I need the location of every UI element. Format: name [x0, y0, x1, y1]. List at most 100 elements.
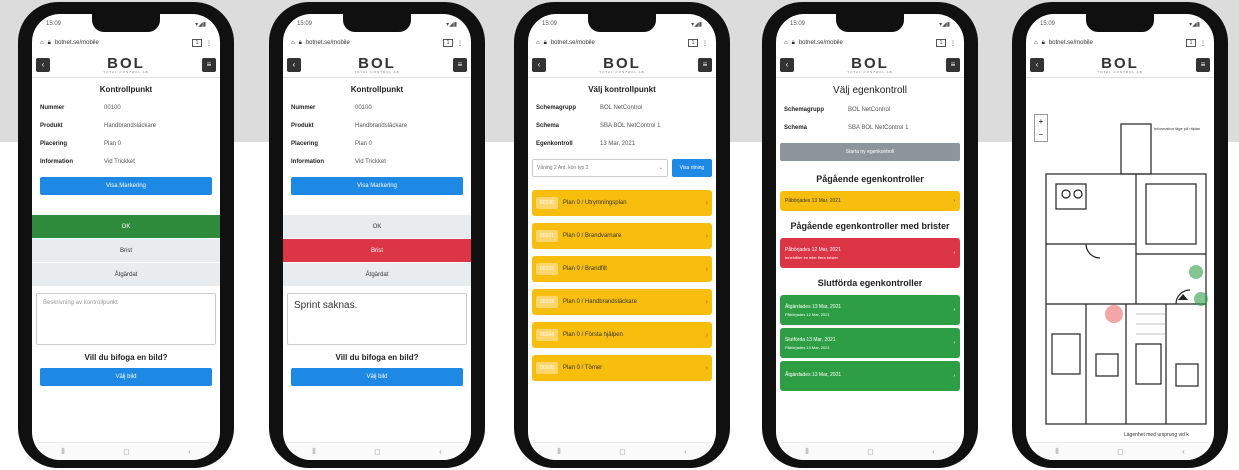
ongoing-item[interactable]: Påbörjades 13 Mar, 2021 ›	[780, 191, 960, 211]
recent-apps-icon[interactable]: ⦀	[312, 447, 316, 457]
url-text[interactable]: botnet.se/mobile	[551, 40, 684, 46]
back-nav-icon[interactable]: ‹	[1182, 447, 1185, 456]
url-text[interactable]: botnet.se/mobile	[306, 40, 439, 46]
tabs-icon[interactable]: 1	[1186, 39, 1196, 47]
kebab-menu-icon[interactable]: ⋮	[457, 40, 463, 47]
floor-plan[interactable]: + − Information läge på ritplan Lägenhet…	[1026, 104, 1214, 460]
tabs-icon[interactable]: 1	[443, 39, 453, 47]
logo: BOL TOTAL CONTROL AB	[599, 54, 645, 74]
home-nav-icon[interactable]: ◻	[1117, 447, 1124, 456]
android-nav-bar: ⦀ ◻ ‹	[32, 442, 220, 460]
back-arrow-icon[interactable]: ‹	[287, 57, 301, 72]
tabs-icon[interactable]: 1	[688, 39, 698, 47]
home-icon[interactable]: ⌂	[291, 40, 295, 46]
checkpoint-item[interactable]: 00104 Plan 0 / Första hjälpen ›	[532, 322, 712, 348]
chevron-right-icon: ›	[705, 265, 708, 273]
phone-2: 15:09 ▾◢▮ ⌂ 🔒︎ botnet.se/mobile 1 ⋮ ‹ BOL…	[269, 2, 485, 468]
kebab-menu-icon[interactable]: ⋮	[950, 40, 956, 47]
detail-row: Egenkontroll 13 Mar, 2021	[536, 141, 636, 147]
tabs-icon[interactable]: 1	[192, 39, 202, 47]
back-arrow-icon[interactable]: ‹	[1030, 57, 1044, 72]
back-arrow-icon[interactable]: ‹	[780, 57, 794, 72]
defect-button[interactable]: Brist	[32, 239, 220, 263]
back-arrow-icon[interactable]: ‹	[532, 57, 546, 72]
recent-apps-icon[interactable]: ⦀	[1055, 447, 1059, 457]
zoom-in-button[interactable]: +	[1035, 115, 1047, 128]
chevron-right-icon: ›	[705, 298, 708, 306]
home-nav-icon[interactable]: ◻	[123, 447, 130, 456]
notch	[343, 14, 411, 32]
browser-url-bar[interactable]: ⌂ 🔒︎ botnet.se/mobile 1 ⋮	[1026, 34, 1214, 52]
hamburger-icon[interactable]: ≡	[946, 57, 960, 72]
start-new-check-button[interactable]: Starta ny egenkontroll	[780, 143, 960, 161]
home-nav-icon[interactable]: ◻	[867, 447, 874, 456]
page-title: Kontrollpunkt	[99, 85, 153, 94]
home-icon[interactable]: ⌂	[784, 40, 788, 46]
comment-field[interactable]: Sprint saknas.	[287, 293, 467, 345]
detail-row: Schemagrupp BOL NetControl	[536, 105, 643, 111]
browser-url-bar[interactable]: ⌂ 🔒︎ botnet.se/mobile 1 ⋮	[528, 34, 716, 52]
hamburger-icon[interactable]: ≡	[1196, 57, 1210, 72]
back-nav-icon[interactable]: ‹	[932, 447, 935, 456]
floor-plan-drawing	[1045, 123, 1208, 425]
phone-3-screen: 15:09 ▾◢▮ ⌂ 🔒︎ botnet.se/mobile 1 ⋮ ‹ BOL…	[528, 14, 716, 460]
show-marking-button[interactable]: Visa Markering	[40, 177, 212, 195]
back-nav-icon[interactable]: ‹	[439, 447, 442, 456]
recent-apps-icon[interactable]: ⦀	[805, 447, 809, 457]
home-nav-icon[interactable]: ◻	[619, 447, 626, 456]
hamburger-icon[interactable]: ≡	[698, 57, 712, 72]
fixed-button[interactable]: Åtgärdat	[283, 263, 471, 287]
recent-apps-icon[interactable]: ⦀	[557, 447, 561, 457]
show-drawing-button[interactable]: Visa ritning	[672, 159, 712, 177]
ok-button[interactable]: OK	[283, 215, 471, 239]
checkpoint-item[interactable]: 00100 Plan 0 / Utrymningsplan ›	[532, 190, 712, 216]
url-text[interactable]: botnet.se/mobile	[1049, 40, 1182, 46]
kebab-menu-icon[interactable]: ⋮	[702, 40, 708, 47]
kebab-menu-icon[interactable]: ⋮	[1200, 40, 1206, 47]
recent-apps-icon[interactable]: ⦀	[61, 447, 65, 457]
back-arrow-icon[interactable]: ‹	[36, 57, 50, 72]
zoom-out-button[interactable]: −	[1035, 128, 1047, 141]
page-title: Välj egenkontroll	[833, 85, 907, 96]
home-nav-icon[interactable]: ◻	[374, 447, 381, 456]
choose-image-button[interactable]: Välj bild	[291, 368, 463, 386]
map-note: Information läge på ritplan	[1154, 126, 1201, 131]
back-nav-icon[interactable]: ‹	[188, 447, 191, 456]
tabs-icon[interactable]: 1	[936, 39, 946, 47]
detail-row: Schemagrupp BOL NetControl	[784, 107, 891, 113]
browser-url-bar[interactable]: ⌂ 🔒︎ botnet.se/mobile 1 ⋮	[32, 34, 220, 52]
ok-button[interactable]: OK	[32, 215, 220, 239]
detail-row: Information Vid Trickket	[291, 159, 386, 165]
home-icon[interactable]: ⌂	[1034, 40, 1038, 46]
comment-field[interactable]: Beskrivning av kontrollpunkt	[36, 293, 216, 345]
lock-icon: 🔒︎	[791, 39, 795, 46]
checkpoint-item[interactable]: 00103 Plan 0 / Handbrandsläckare ›	[532, 289, 712, 315]
lock-icon: 🔒︎	[298, 39, 302, 46]
defect-item[interactable]: Påbörjades 12 Mar, 2021 Innehåller en ell…	[780, 238, 960, 268]
checkpoint-item[interactable]: 00102 Plan 0 / Brandfilt ›	[532, 256, 712, 282]
checkpoint-item[interactable]: 00101 Plan 0 / Brandvarnare ›	[532, 223, 712, 249]
notch	[92, 14, 160, 32]
hamburger-icon[interactable]: ≡	[202, 57, 216, 72]
drawing-select[interactable]: Våning 2 Ant. kön typ 2 ⌄	[532, 159, 668, 177]
browser-url-bar[interactable]: ⌂ 🔒︎ botnet.se/mobile 1 ⋮	[776, 34, 964, 52]
completed-item[interactable]: Slutförda 13 Mar, 2021 Påbörjades 13 Mar,…	[780, 328, 960, 358]
notch	[588, 14, 656, 32]
home-icon[interactable]: ⌂	[536, 40, 540, 46]
completed-item[interactable]: Åtgärdades 13 Mar, 2021 Påbörjades 12 Mar…	[780, 295, 960, 325]
hamburger-icon[interactable]: ≡	[453, 57, 467, 72]
browser-url-bar[interactable]: ⌂ 🔒︎ botnet.se/mobile 1 ⋮	[283, 34, 471, 52]
checkpoint-item[interactable]: 00105 Plan 0 / Tömer ›	[532, 355, 712, 381]
kebab-menu-icon[interactable]: ⋮	[206, 40, 212, 47]
fixed-button[interactable]: Åtgärdat	[32, 263, 220, 287]
back-nav-icon[interactable]: ‹	[684, 447, 687, 456]
url-text[interactable]: botnet.se/mobile	[55, 40, 188, 46]
show-marking-button[interactable]: Visa Markering	[291, 177, 463, 195]
detail-row: Produkt Handbrandsläckare	[40, 123, 157, 129]
page-title: Välj kontrollpunkt	[588, 85, 656, 94]
completed-item[interactable]: Åtgärdades 13 Mar, 2021 ›	[780, 361, 960, 391]
choose-image-button[interactable]: Välj bild	[40, 368, 212, 386]
home-icon[interactable]: ⌂	[40, 40, 44, 46]
url-text[interactable]: botnet.se/mobile	[799, 40, 932, 46]
defect-button[interactable]: Brist	[283, 239, 471, 263]
